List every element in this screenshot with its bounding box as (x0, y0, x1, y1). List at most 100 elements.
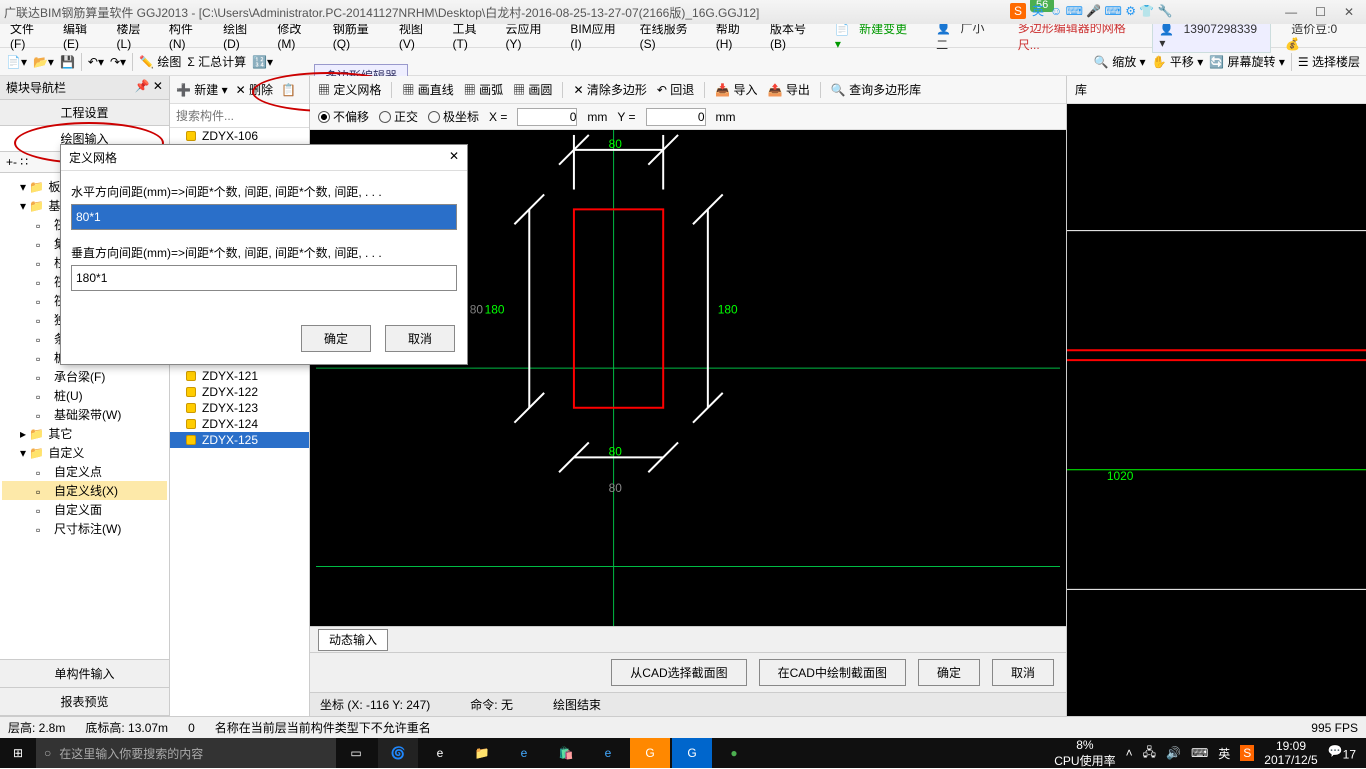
right-canvas[interactable]: 1020 (1067, 104, 1366, 716)
zoom-button[interactable]: 🔍 缩放 ▾ (1094, 53, 1146, 70)
nav-report[interactable]: 报表预览 (0, 688, 169, 716)
x-input[interactable] (517, 108, 577, 126)
ime-lang[interactable]: 英 (1032, 2, 1044, 19)
list-item[interactable]: ZDYX-121 (170, 368, 309, 384)
lib-label[interactable]: 库 (1075, 81, 1087, 98)
maximize-button[interactable]: ☐ (1315, 5, 1326, 19)
draw-button[interactable]: ✏️ 绘图 (139, 53, 181, 70)
radio-ortho[interactable]: 正交 (379, 108, 418, 125)
svg-text:1020: 1020 (1107, 469, 1134, 483)
cad-select-button[interactable]: 从CAD选择截面图 (611, 659, 746, 686)
tray-lang[interactable]: 英 (1218, 745, 1230, 762)
dialog-cancel-button[interactable]: 取消 (385, 325, 455, 352)
app-store[interactable]: 🛍️ (546, 738, 586, 768)
app-g2[interactable]: G (672, 738, 712, 768)
new-file-icon[interactable]: 📄▾ (6, 55, 27, 69)
sogou-icon[interactable]: S (1010, 3, 1026, 19)
list-item[interactable]: ZDYX-106 (170, 128, 309, 144)
select-floor-button[interactable]: ☰ 选择楼层 (1298, 53, 1360, 70)
query-button[interactable]: 🔍 查询多边形库 (831, 81, 921, 98)
cad-draw-button[interactable]: 在CAD中绘制截面图 (759, 659, 906, 686)
h-spacing-input[interactable] (71, 204, 457, 230)
new-component-button[interactable]: ➕ 新建 ▾ (176, 81, 228, 98)
import-button[interactable]: 📥 导入 (715, 81, 757, 98)
pan-button[interactable]: ✋ 平移 ▾ (1152, 53, 1204, 70)
v-spacing-label: 垂直方向间距(mm)=>间距*个数, 间距, 间距*个数, 间距, . . . (71, 244, 457, 261)
app-edge[interactable]: e (420, 738, 460, 768)
tree-item[interactable]: ▫基础梁带(W) (2, 405, 167, 424)
draw-line-button[interactable]: ▦ 画直线 (402, 81, 453, 98)
save-icon[interactable]: 💾 (60, 55, 75, 69)
back-button[interactable]: ↶ 回退 (657, 81, 694, 98)
undo-icon[interactable]: ↶▾ (88, 55, 104, 69)
nav-header: 模块导航栏📌 ✕ (0, 76, 169, 100)
floor-height: 层高: 2.8m (8, 719, 65, 736)
svg-text:180: 180 (718, 303, 738, 317)
status-zero: 0 (188, 721, 195, 735)
minimize-button[interactable]: — (1285, 5, 1297, 19)
calc-icon[interactable]: 🔢▾ (252, 55, 273, 69)
list-item[interactable]: ZDYX-125 (170, 432, 309, 448)
redo-icon[interactable]: ↷▾ (110, 55, 126, 69)
dialog-title: 定义网格 (69, 149, 117, 166)
svg-text:80: 80 (609, 137, 623, 151)
app-chrome[interactable]: ● (714, 738, 754, 768)
nav-tab-project[interactable]: 工程设置 (0, 100, 169, 126)
v-spacing-input[interactable] (71, 265, 457, 291)
tree-item[interactable]: ▫自定义线(X) (2, 481, 167, 500)
tray-notif[interactable]: 💬17 (1328, 744, 1356, 761)
app-edge2[interactable]: e (504, 738, 544, 768)
tray-net-icon[interactable]: 🖧 (1143, 743, 1156, 764)
tree-item[interactable]: ▫自定义面 (2, 500, 167, 519)
export-button[interactable]: 📤 导出 (768, 81, 810, 98)
tree-custom[interactable]: ▾ 📁 自定义 (2, 443, 167, 462)
sum-button[interactable]: Σ 汇总计算 (187, 53, 246, 70)
draw-status: 绘图结束 (553, 696, 601, 713)
nav-single-input[interactable]: 单构件输入 (0, 660, 169, 688)
canvas-sub-toolbar: 不偏移 正交 极坐标 X = mm Y = mm (310, 104, 1066, 130)
start-button[interactable]: ⊞ (0, 746, 36, 760)
dialog-ok-button[interactable]: 确定 (301, 325, 371, 352)
dynamic-input-button[interactable]: 动态输入 (318, 629, 388, 651)
clear-polygon-button[interactable]: ✕ 清除多边形 (573, 81, 646, 98)
tray-vol-icon[interactable]: 🔊 (1166, 746, 1181, 760)
delete-component-button[interactable]: ✕ 删除 (236, 81, 273, 98)
radio-no-offset[interactable]: 不偏移 (318, 108, 369, 125)
list-item[interactable]: ZDYX-124 (170, 416, 309, 432)
draw-circle-button[interactable]: ▦ 画圆 (513, 81, 552, 98)
app-1[interactable]: 🌀 (378, 738, 418, 768)
search-input[interactable] (170, 104, 309, 127)
tray-sogou[interactable]: S (1240, 745, 1254, 761)
draw-arc-button[interactable]: ▦ 画弧 (464, 81, 503, 98)
list-item[interactable]: ZDYX-123 (170, 400, 309, 416)
rotate-button[interactable]: 🔄 屏幕旋转 ▾ (1209, 53, 1285, 70)
canvas-cancel-button[interactable]: 取消 (992, 659, 1054, 686)
ime-icons[interactable]: ☺ ⌨ 🎤 ⌨ ⚙ 👕 🔧 (1050, 4, 1172, 18)
tree-item[interactable]: ▫自定义点 (2, 462, 167, 481)
taskbar-search[interactable]: ○ 在这里输入你要搜索的内容 (36, 738, 336, 768)
cpu-usage[interactable]: 8% CPU使用率 (1054, 738, 1115, 769)
app-ie[interactable]: e (588, 738, 628, 768)
list-item[interactable]: ZDYX-122 (170, 384, 309, 400)
tray-kb-icon[interactable]: ⌨ (1191, 746, 1208, 760)
copy-icon[interactable]: 📋 (281, 83, 296, 97)
tray-up-icon[interactable]: ˄ (1126, 746, 1133, 760)
fps-label: 995 FPS (1311, 721, 1358, 735)
tree-item[interactable]: ▫承台梁(F) (2, 367, 167, 386)
tree-item[interactable]: ▫尺寸标注(W) (2, 519, 167, 538)
task-view-icon[interactable]: ▭ (336, 738, 376, 768)
tree-other[interactable]: ▸ 📁 其它 (2, 424, 167, 443)
define-grid-button[interactable]: ▦ 定义网格 (318, 81, 381, 98)
canvas-ok-button[interactable]: 确定 (918, 659, 980, 686)
dialog-close-button[interactable]: ✕ (449, 149, 459, 166)
open-file-icon[interactable]: 📂▾ (33, 55, 54, 69)
svg-text:80: 80 (609, 444, 623, 458)
radio-polar[interactable]: 极坐标 (428, 108, 479, 125)
app-explorer[interactable]: 📁 (462, 738, 502, 768)
y-input[interactable] (646, 108, 706, 126)
tray-clock[interactable]: 19:092017/12/5 (1264, 739, 1317, 767)
nav-pin-icon[interactable]: 📌 ✕ (135, 79, 163, 96)
close-button[interactable]: ✕ (1344, 5, 1354, 19)
tree-item[interactable]: ▫桩(U) (2, 386, 167, 405)
app-g1[interactable]: G (630, 738, 670, 768)
